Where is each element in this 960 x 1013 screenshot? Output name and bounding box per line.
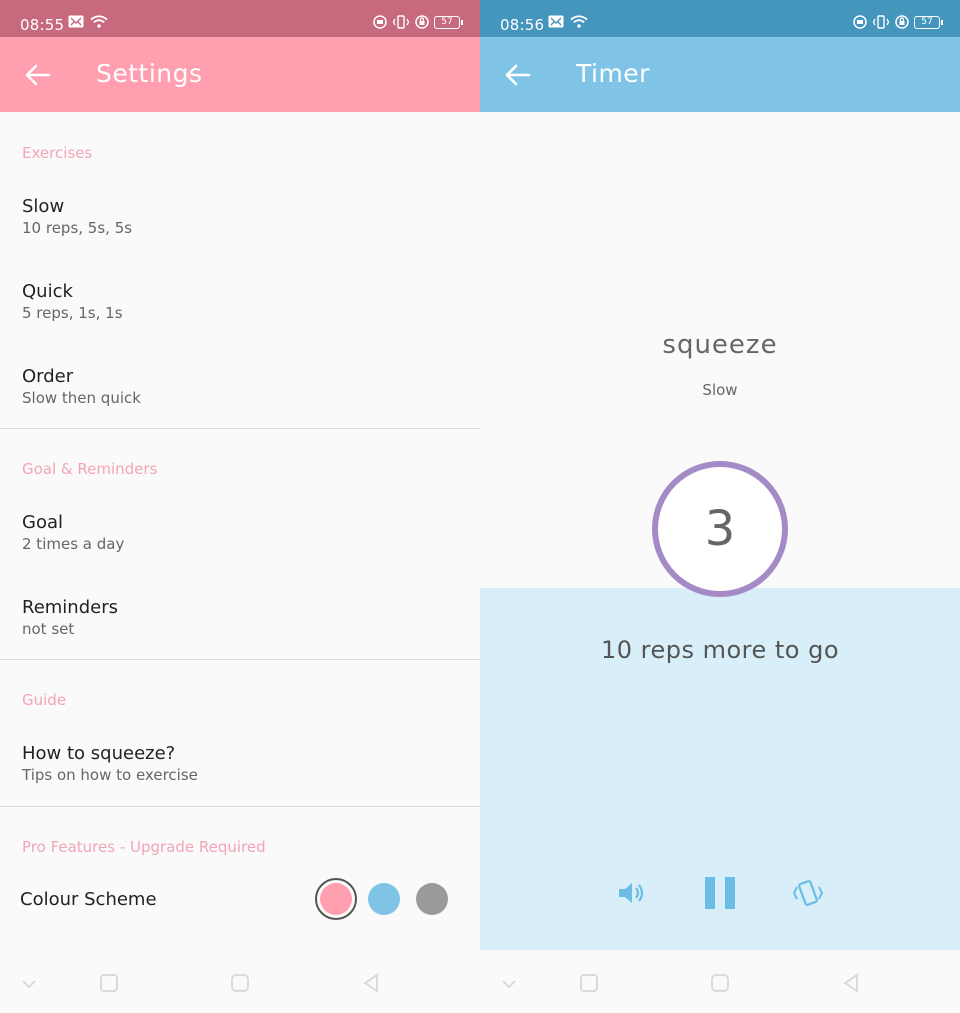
vibrate-icon — [792, 880, 824, 906]
setting-item-subtitle: 2 times a day — [22, 535, 125, 553]
colour-scheme-label: Colour Scheme — [20, 889, 157, 910]
section-header-goal: Goal & Reminders — [22, 460, 158, 478]
settings-screen: 08:55 57 Settings Exercises Slow 10 reps… — [0, 0, 480, 1013]
mode-label: Slow — [702, 381, 738, 399]
back-button[interactable] — [22, 59, 54, 91]
arrow-left-icon — [25, 64, 51, 86]
setting-item-title: Slow — [22, 196, 65, 217]
cast-icon — [853, 15, 867, 29]
instruction-label: squeeze — [662, 330, 778, 360]
section-header-exercises: Exercises — [22, 144, 93, 162]
nav-back-icon[interactable] — [360, 972, 382, 994]
pause-icon — [705, 877, 735, 909]
nav-recents-icon[interactable] — [578, 972, 600, 994]
status-bar: 08:55 57 — [0, 0, 480, 37]
wifi-icon — [570, 15, 588, 28]
setting-item-subtitle: Tips on how to exercise — [22, 766, 198, 784]
page-title: Settings — [96, 59, 203, 88]
wifi-icon — [90, 15, 108, 28]
vibrate-toggle-button[interactable] — [788, 873, 828, 913]
status-time: 08:55 — [20, 16, 65, 34]
nav-home-icon[interactable] — [709, 972, 731, 994]
sound-toggle-button[interactable] — [612, 873, 652, 913]
setting-item-title: Reminders — [22, 597, 118, 618]
system-nav-bar — [480, 950, 960, 1013]
status-time: 08:56 — [500, 16, 545, 34]
battery-icon: 57 — [914, 15, 943, 29]
countdown-circle: 3 — [652, 461, 788, 597]
setting-item-title: How to squeeze? — [22, 743, 176, 764]
pause-button[interactable] — [700, 873, 740, 913]
vibrate-mode-icon — [872, 15, 890, 29]
reps-remaining-label: 10 reps more to go — [600, 636, 840, 664]
nav-recents-icon[interactable] — [98, 972, 120, 994]
sound-icon — [619, 883, 644, 903]
setting-item-title: Quick — [22, 281, 73, 302]
status-bar: 08:56 57 — [480, 0, 960, 37]
divider — [0, 806, 480, 807]
nav-collapse-icon[interactable] — [498, 972, 520, 994]
page-title: Timer — [576, 59, 650, 88]
setting-item-subtitle: not set — [22, 620, 75, 638]
lock-icon — [415, 15, 429, 29]
divider — [0, 659, 480, 660]
divider — [0, 428, 480, 429]
mail-notification-icon — [548, 15, 564, 28]
setting-item-subtitle: Slow then quick — [22, 389, 141, 407]
battery-icon: 57 — [434, 15, 463, 29]
setting-item-title: Goal — [22, 512, 63, 533]
section-header-guide: Guide — [22, 691, 67, 709]
nav-collapse-icon[interactable] — [18, 972, 40, 994]
setting-item-title: Order — [22, 366, 74, 387]
vibrate-mode-icon — [392, 15, 410, 29]
section-header-pro: Pro Features - Upgrade Required — [22, 838, 266, 856]
settings-app-bar: Settings — [0, 37, 480, 112]
colour-swatch-grey[interactable] — [416, 883, 448, 915]
nav-home-icon[interactable] — [229, 972, 251, 994]
mail-notification-icon — [68, 15, 84, 28]
nav-back-icon[interactable] — [840, 972, 862, 994]
colour-swatch-blue[interactable] — [368, 883, 400, 915]
setting-item-subtitle: 10 reps, 5s, 5s — [22, 219, 133, 237]
lock-icon — [895, 15, 909, 29]
back-button[interactable] — [502, 59, 534, 91]
timer-screen: 08:56 57 Timer squeeze Slow 3 10 reps mo… — [480, 0, 960, 1013]
timer-app-bar: Timer — [480, 37, 960, 112]
cast-icon — [373, 15, 387, 29]
arrow-left-icon — [505, 64, 531, 86]
setting-item-subtitle: 5 reps, 1s, 1s — [22, 304, 123, 322]
colour-swatch-pink[interactable] — [320, 883, 352, 915]
system-nav-bar — [0, 950, 480, 1013]
